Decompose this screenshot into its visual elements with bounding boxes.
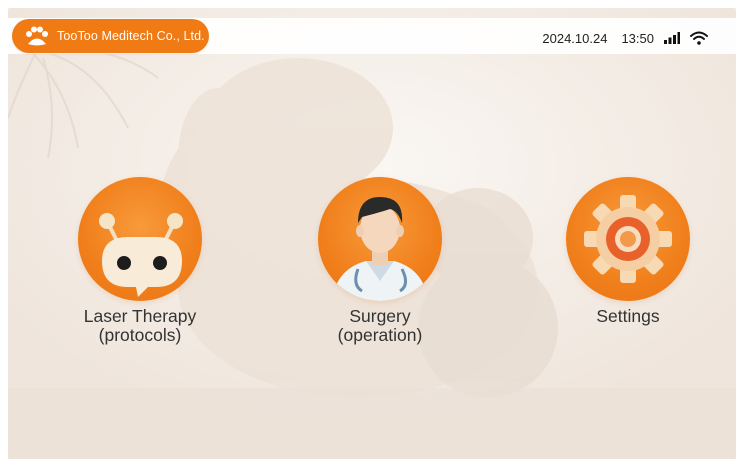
- settings-tile-circle: [566, 177, 690, 301]
- doctor-avatar-icon: [332, 197, 428, 301]
- laser-therapy-label: Laser Therapy (protocols): [83, 306, 197, 345]
- home-screen: TooToo Meditech Co., Ltd. 2024.10.24 13:…: [8, 8, 736, 459]
- robot-face-icon: [99, 213, 183, 297]
- wifi-icon: [690, 31, 708, 45]
- settings-button[interactable]: Settings: [543, 177, 713, 326]
- laser-therapy-tile-circle: [78, 177, 202, 301]
- gear-icon: [584, 195, 672, 283]
- surgery-label: Surgery (operation): [337, 306, 423, 345]
- surgery-button[interactable]: Surgery (operation): [295, 177, 465, 345]
- paw-logo-icon: [26, 26, 48, 46]
- settings-label: Settings: [596, 306, 660, 326]
- surgery-tile-circle: [318, 177, 442, 301]
- status-area: 2024.10.24 13:50: [542, 27, 708, 49]
- status-date: 2024.10.24: [542, 30, 608, 46]
- status-time: 13:50: [621, 30, 654, 46]
- brand-badge: TooToo Meditech Co., Ltd.: [12, 19, 209, 53]
- signal-strength-icon: [664, 32, 680, 44]
- laser-therapy-button[interactable]: Laser Therapy (protocols): [55, 177, 225, 345]
- brand-name: TooToo Meditech Co., Ltd.: [57, 29, 205, 43]
